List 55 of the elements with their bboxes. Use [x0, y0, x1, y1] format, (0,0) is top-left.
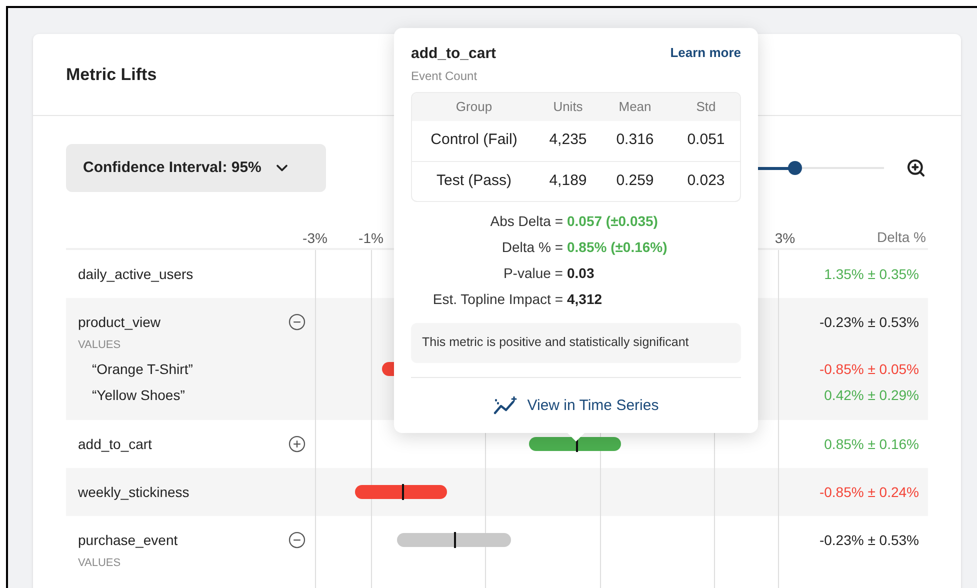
sparkle-chart-icon	[493, 396, 520, 416]
confidence-dropdown[interactable]: Confidence Interval: 95%	[66, 144, 326, 192]
stat-value: 0.057 (±0.035)	[567, 212, 659, 231]
mean-marker	[402, 484, 404, 500]
table-cell-text: 0.259	[615, 170, 655, 191]
zoom-in-icon[interactable]	[906, 158, 926, 178]
value-name: “Yellow Shoes”	[91, 386, 185, 404]
table-cell-text: Test (Pass)	[435, 170, 512, 191]
column-heading: Std	[695, 98, 717, 116]
axis-tick-label: 3%	[774, 229, 796, 248]
stat-label: Est. Topline Impact =	[432, 290, 563, 309]
axis-tick-label: -1%	[358, 229, 384, 248]
delta-value: -0.23% ± 0.53%	[819, 530, 919, 550]
values-label: VALUES	[77, 556, 121, 571]
significance-message: This metric is positive and statistically significant	[411, 322, 741, 362]
value-name: “Orange T-Shirt”	[91, 360, 193, 379]
table-cell-text: 0.051	[686, 130, 726, 150]
popover-title: add_to_cart	[411, 44, 496, 64]
delta-value: 0.85% ± 0.16%	[824, 434, 919, 454]
metric-name: product_view	[77, 312, 160, 332]
mean-marker	[454, 532, 456, 548]
delta-value: 0.42% ± 0.29%	[824, 386, 919, 404]
delta-value: -0.85% ± 0.24%	[819, 482, 919, 502]
delta-value: 1.35% ± 0.35%	[824, 264, 919, 284]
metric-name: weekly_stickiness	[77, 482, 190, 502]
table-cell-text: 4,189	[548, 170, 588, 191]
collapse-icon[interactable]	[288, 531, 306, 549]
values-label: VALUES	[77, 338, 121, 353]
delta-value: -0.23% ± 0.53%	[819, 312, 919, 332]
table-cell-text: 0.316	[615, 130, 655, 150]
expand-icon[interactable]	[288, 435, 306, 453]
collapse-icon[interactable]	[288, 313, 306, 331]
card-title: Metric Lifts	[66, 64, 157, 86]
stat-value: 4,312	[567, 290, 604, 308]
metric-name: add_to_cart	[77, 434, 152, 454]
stat-label: Abs Delta =	[489, 212, 563, 230]
axis-tick-label: -3%	[302, 229, 328, 248]
metric-name: purchase_event	[77, 530, 178, 550]
slider-thumb[interactable]	[788, 161, 802, 175]
table-cell-text: Control (Fail)	[430, 130, 518, 150]
view-time-series-link[interactable]: View in Time Series	[493, 394, 659, 417]
popover-subtitle: Event Count	[411, 68, 478, 84]
table-cell-text: 0.023	[686, 170, 726, 191]
column-heading: Units	[552, 98, 584, 116]
learn-more-link[interactable]: Learn more	[670, 43, 741, 62]
stat-value: 0.03	[567, 264, 596, 282]
stat-label: Delta % =	[500, 238, 563, 256]
metric-name: daily_active_users	[77, 264, 194, 284]
column-heading: Delta %	[876, 228, 926, 246]
delta-value: -0.85% ± 0.05%	[819, 360, 919, 378]
stat-label: P-value =	[502, 264, 563, 282]
table-cell-text: 4,235	[548, 130, 588, 150]
stat-value: 0.85% (±0.16%)	[567, 238, 668, 257]
column-heading: Mean	[618, 98, 652, 116]
column-heading: Group	[454, 98, 494, 116]
